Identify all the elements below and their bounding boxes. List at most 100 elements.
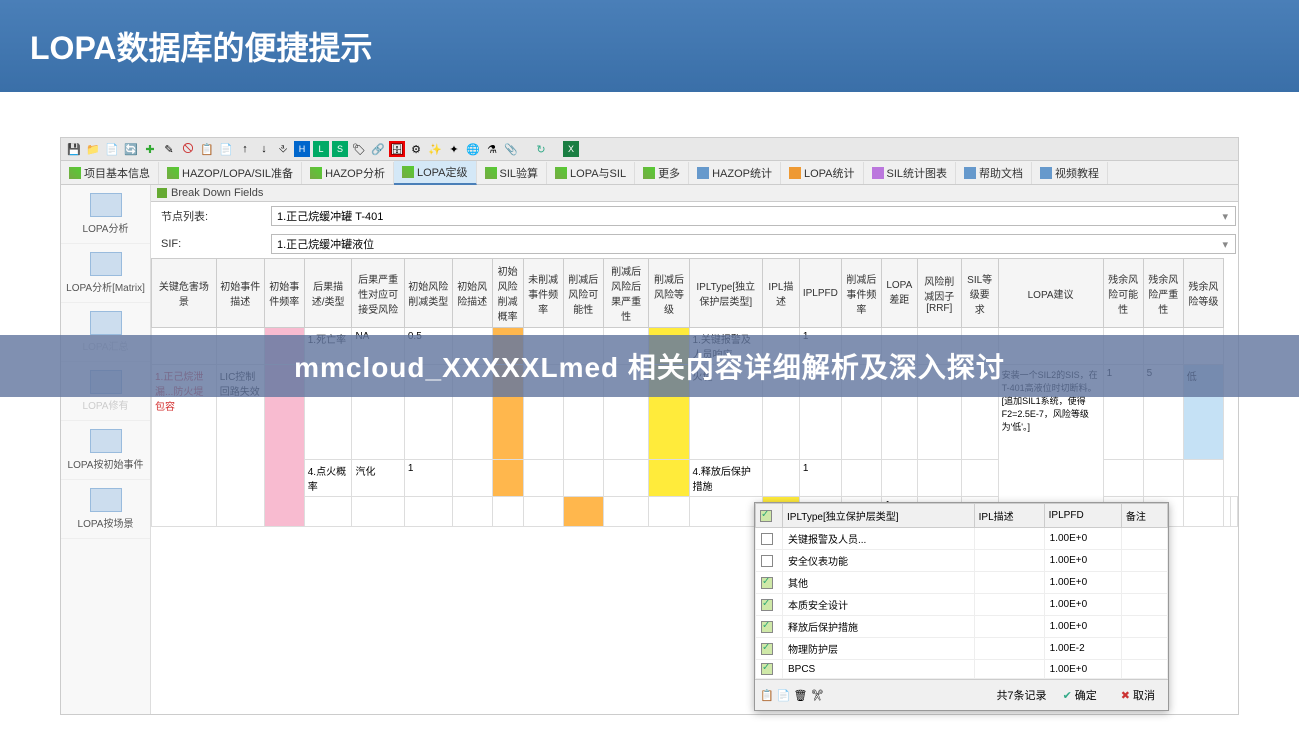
checkbox[interactable] [761, 533, 773, 545]
cell[interactable] [452, 460, 492, 497]
col-header[interactable]: IPLPFD [799, 259, 841, 328]
page-icon[interactable]: 📄 [104, 141, 120, 157]
s-icon[interactable]: S [332, 141, 348, 157]
col-header[interactable]: IPLType[独立保护层类型] [689, 259, 763, 328]
refresh-icon[interactable]: 🔄 [123, 141, 139, 157]
col-header[interactable]: 残余风险严重性 [1143, 259, 1183, 328]
tab-3[interactable]: LOPA定级 [394, 161, 477, 185]
dropdown-icon[interactable]: ▾ [1222, 238, 1228, 251]
cell[interactable]: 1 [404, 460, 452, 497]
col-header[interactable]: LOPA建议 [998, 259, 1103, 328]
checkbox[interactable] [761, 643, 773, 655]
popup-row[interactable]: 释放后保护措施1.00E+0 [756, 616, 1168, 638]
cell[interactable]: 1 [799, 460, 841, 497]
tab-1[interactable]: HAZOP/LOPA/SIL准备 [159, 162, 302, 184]
popup-col[interactable]: IPLPFD [1044, 504, 1121, 528]
paste-icon[interactable]: 📄 [218, 141, 234, 157]
sidebar-item-1[interactable]: LOPA分析[Matrix] [61, 244, 150, 303]
add-icon[interactable]: ✚ [142, 141, 158, 157]
cell[interactable]: 4.释放后保护措施 [689, 460, 763, 497]
popup-col[interactable]: IPL描述 [974, 504, 1044, 528]
down-icon[interactable]: ↓ [256, 141, 272, 157]
cell[interactable] [492, 460, 523, 497]
checkbox[interactable] [761, 663, 773, 675]
cell[interactable] [523, 497, 563, 527]
cell[interactable] [689, 497, 763, 527]
tab-9[interactable]: SIL统计图表 [864, 162, 957, 184]
tab-0[interactable]: 项目基本信息 [61, 162, 159, 184]
collapse-icon[interactable] [157, 188, 167, 198]
popup-row[interactable]: 其他1.00E+0 [756, 572, 1168, 594]
col-header[interactable]: SIL等级要求 [961, 259, 998, 328]
node-select[interactable] [271, 206, 1236, 226]
tab-2[interactable]: HAZOP分析 [302, 162, 394, 184]
col-header[interactable]: 后果描述/类型 [304, 259, 352, 328]
popup-row[interactable]: 安全仪表功能1.00E+0 [756, 550, 1168, 572]
cell[interactable] [917, 460, 961, 497]
col-header[interactable]: 初始风险描述 [452, 259, 492, 328]
cell[interactable] [1143, 460, 1183, 497]
cell[interactable] [649, 460, 689, 497]
popup-col[interactable]: IPLType[独立保护层类型] [783, 504, 975, 528]
excel-icon[interactable]: X [563, 141, 579, 157]
tab-8[interactable]: LOPA统计 [781, 162, 864, 184]
doc-icon[interactable]: 📋 📄 🗑 ✂ [760, 689, 825, 702]
star-icon[interactable]: ✦ [446, 141, 462, 157]
delete-icon[interactable]: 🛇 [180, 141, 196, 157]
checkbox[interactable] [761, 599, 773, 611]
col-header[interactable]: 削减后事件频率 [841, 259, 881, 328]
cell[interactable] [1183, 460, 1223, 497]
cell[interactable] [1224, 497, 1231, 527]
flask-icon[interactable]: ⚗ [484, 141, 500, 157]
popup-row[interactable]: 物理防护层1.00E-2 [756, 638, 1168, 660]
cell[interactable] [523, 460, 563, 497]
l-icon[interactable]: L [313, 141, 329, 157]
copy-icon[interactable]: 📋 [199, 141, 215, 157]
cell[interactable]: 汽化 [352, 460, 404, 497]
cell[interactable] [563, 497, 603, 527]
tab-7[interactable]: HAZOP统计 [689, 162, 781, 184]
cell[interactable] [1103, 460, 1143, 497]
sync-icon[interactable]: ↻ [533, 141, 549, 157]
tab-4[interactable]: SIL验算 [477, 162, 548, 184]
cell[interactable] [452, 497, 492, 527]
ok-button[interactable]: ✔确定 [1055, 685, 1105, 705]
config-icon[interactable]: ⚙ [408, 141, 424, 157]
col-header[interactable]: 后果严重性对应可接受风险 [352, 259, 404, 328]
globe-icon[interactable]: 🌐 [465, 141, 481, 157]
checkbox[interactable] [761, 621, 773, 633]
col-header[interactable]: IPL描述 [763, 259, 800, 328]
cell[interactable] [881, 460, 917, 497]
tab-5[interactable]: LOPA与SIL [547, 162, 635, 184]
cell[interactable] [1231, 497, 1238, 527]
clip-icon[interactable]: 📎 [503, 141, 519, 157]
h-icon[interactable]: H [294, 141, 310, 157]
col-header[interactable]: 初始风险削减概率 [492, 259, 523, 328]
cell[interactable] [1183, 497, 1223, 527]
cell[interactable] [961, 460, 998, 497]
cell[interactable] [763, 460, 800, 497]
highlighted-tool-icon[interactable]: 🗄 [389, 141, 405, 157]
col-header[interactable]: 残余风险可能性 [1103, 259, 1143, 328]
checkbox[interactable] [761, 555, 773, 567]
up-icon[interactable]: ↑ [237, 141, 253, 157]
col-header[interactable]: 削减后风险可能性 [563, 259, 603, 328]
breakdown-header[interactable]: Break Down Fields [151, 185, 1238, 202]
cell[interactable] [563, 460, 603, 497]
cell[interactable] [352, 497, 404, 527]
tab-11[interactable]: 视频教程 [1032, 162, 1108, 184]
ipl-popup-table[interactable]: IPLType[独立保护层类型]IPL描述IPLPFD备注 关键报警及人员...… [755, 503, 1168, 679]
cell[interactable] [304, 497, 352, 527]
dropdown-icon[interactable]: ▾ [1222, 210, 1228, 223]
cell[interactable] [404, 497, 452, 527]
cell[interactable] [603, 460, 649, 497]
sidebar-item-0[interactable]: LOPA分析 [61, 185, 150, 244]
popup-col[interactable]: 备注 [1121, 504, 1167, 528]
sidebar-item-5[interactable]: LOPA按场景 [61, 480, 150, 539]
checkbox[interactable] [761, 577, 773, 589]
cancel-button[interactable]: ✖取消 [1113, 685, 1163, 705]
cell[interactable] [492, 497, 523, 527]
cell[interactable] [603, 497, 649, 527]
tag-icon[interactable]: 🏷 [351, 141, 367, 157]
edit-icon[interactable]: ✎ [161, 141, 177, 157]
